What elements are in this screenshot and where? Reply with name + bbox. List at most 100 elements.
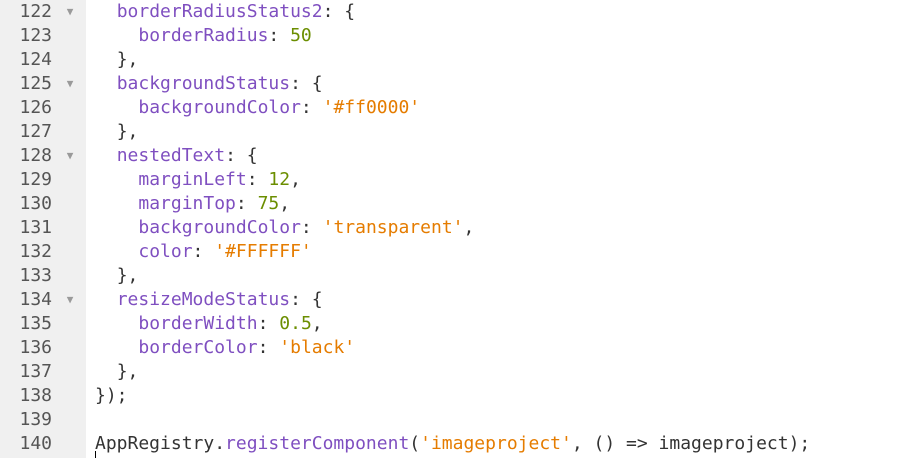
code-token: , () => imageproject); <box>571 433 811 454</box>
code-token: : { <box>290 289 323 310</box>
code-token: , <box>311 313 323 334</box>
line-number: 124 <box>19 49 52 70</box>
code-line[interactable]: 126 backgroundColor: '#ff0000' <box>0 96 908 120</box>
code-text: borderWidth: 0.5, <box>95 312 323 336</box>
code-editor[interactable]: 122 ▼ borderRadiusStatus2: {123 borderRad… <box>0 0 908 458</box>
code-token: backgroundColor <box>138 97 301 118</box>
code-line[interactable]: 139 <box>0 408 908 432</box>
fold-arrow-icon[interactable]: ▼ <box>64 72 76 96</box>
code-line[interactable]: 123 borderRadius: 50 <box>0 24 908 48</box>
code-token: 'imageproject' <box>420 433 572 454</box>
fold-arrow-icon[interactable]: ▼ <box>64 288 76 312</box>
code-token: , <box>279 193 291 214</box>
code-text: resizeModeStatus: { <box>95 288 323 312</box>
line-number: 137 <box>19 361 52 382</box>
code-line[interactable]: 135 borderWidth: 0.5, <box>0 312 908 336</box>
code-line[interactable]: 140 AppRegistry.registerComponent('imagep… <box>0 432 908 456</box>
code-token: 0.5 <box>279 313 312 334</box>
code-token: : { <box>290 73 323 94</box>
code-token: 75 <box>257 193 280 214</box>
code-line[interactable]: 124 }, <box>0 48 908 72</box>
code-token: }, <box>116 265 139 286</box>
code-token: borderRadius <box>138 25 269 46</box>
code-token: marginLeft <box>138 169 247 190</box>
code-token: : <box>257 337 280 358</box>
code-token: : <box>235 193 258 214</box>
code-text: AppRegistry.registerComponent('imageproj… <box>95 432 810 456</box>
line-number: 127 <box>19 121 52 142</box>
code-token: color <box>138 241 193 262</box>
code-token: '#FFFFFF' <box>214 241 312 262</box>
code-line[interactable]: 130 marginTop: 75, <box>0 192 908 216</box>
line-number: 135 <box>19 313 52 334</box>
code-token: borderWidth <box>138 313 258 334</box>
code-line[interactable]: 138}); <box>0 384 908 408</box>
code-token: : <box>192 241 215 262</box>
line-number: 140 <box>19 433 52 454</box>
code-line[interactable]: 131 backgroundColor: 'transparent', <box>0 216 908 240</box>
fold-arrow-icon[interactable]: ▼ <box>64 0 76 24</box>
code-token: }, <box>116 49 139 70</box>
code-token: resizeModeStatus <box>116 289 291 310</box>
code-token: 12 <box>268 169 291 190</box>
fold-arrow-icon[interactable]: ▼ <box>64 144 76 168</box>
line-number: 129 <box>19 169 52 190</box>
code-token: }, <box>116 361 139 382</box>
line-number: 138 <box>19 385 52 406</box>
code-line[interactable]: 134 ▼ resizeModeStatus: { <box>0 288 908 312</box>
code-token: 50 <box>290 25 312 46</box>
code-text: borderColor: 'black' <box>95 336 355 360</box>
line-number: 131 <box>19 217 52 238</box>
code-text: }); <box>95 384 128 408</box>
code-line[interactable]: 137 }, <box>0 360 908 384</box>
code-token: : <box>268 25 291 46</box>
line-number: 122 <box>19 1 52 22</box>
code-token: 'transparent' <box>322 217 464 238</box>
code-line[interactable]: 129 marginLeft: 12, <box>0 168 908 192</box>
code-token: : <box>300 217 323 238</box>
code-text: backgroundColor: 'transparent', <box>95 216 474 240</box>
code-line[interactable]: 127 }, <box>0 120 908 144</box>
code-line[interactable]: 136 borderColor: 'black' <box>0 336 908 360</box>
code-token: '#ff0000' <box>322 97 421 118</box>
code-token: : <box>257 313 280 334</box>
code-line[interactable]: 122 ▼ borderRadiusStatus2: { <box>0 0 908 24</box>
code-token: backgroundColor <box>138 217 301 238</box>
code-text: marginTop: 75, <box>95 192 290 216</box>
code-text: color: '#FFFFFF' <box>95 240 312 264</box>
code-token: 'black' <box>279 337 356 358</box>
code-line[interactable]: 132 color: '#FFFFFF' <box>0 240 908 264</box>
text-cursor <box>95 451 96 458</box>
line-number: 128 <box>19 145 52 166</box>
line-number: 139 <box>19 409 52 430</box>
code-token: registerComponent <box>225 433 410 454</box>
code-text: backgroundStatus: { <box>95 72 323 96</box>
code-token: : <box>300 97 323 118</box>
code-lines[interactable]: 122 ▼ borderRadiusStatus2: {123 borderRad… <box>0 0 908 456</box>
code-token: , <box>290 169 301 190</box>
code-token: ( <box>409 433 421 454</box>
code-token: }); <box>95 385 128 406</box>
code-token: }, <box>116 121 139 142</box>
code-token: : { <box>225 145 258 166</box>
line-number: 134 <box>19 289 52 310</box>
code-line[interactable]: 125 ▼ backgroundStatus: { <box>0 72 908 96</box>
code-token: AppRegistry. <box>95 433 226 454</box>
code-text: }, <box>95 48 139 72</box>
code-line[interactable]: 128 ▼ nestedText: { <box>0 144 908 168</box>
line-number: 126 <box>19 97 52 118</box>
code-line[interactable]: 133 }, <box>0 264 908 288</box>
code-token: , <box>463 217 475 238</box>
code-token: marginTop <box>138 193 236 214</box>
